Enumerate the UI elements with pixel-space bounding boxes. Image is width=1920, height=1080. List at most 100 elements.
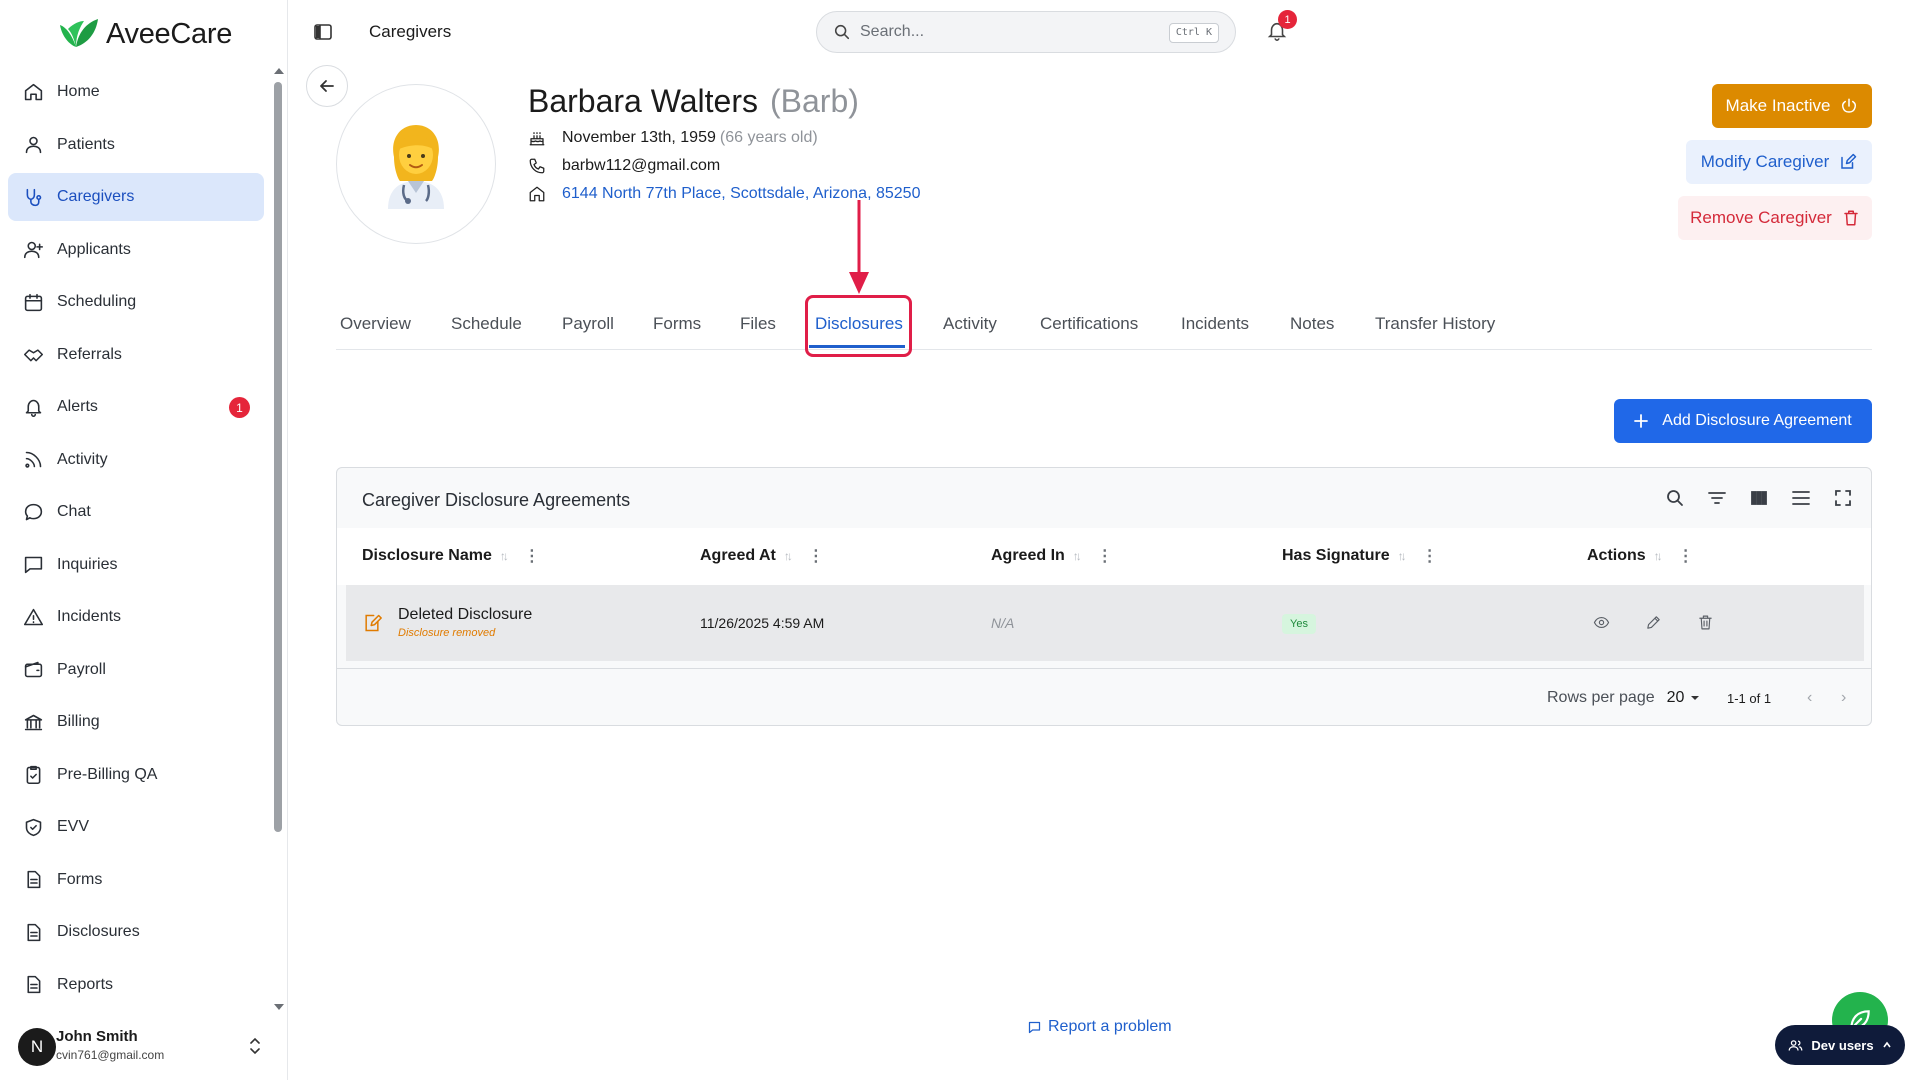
table-header: Disclosure Name ↑↓ ⋮ Agreed At ↑↓ ⋮ Agreed I… [337,528,1871,585]
disclosures-card: Caregiver Disclosure Agreements Disclosu… [336,467,1872,726]
sidebar-item-referrals[interactable]: Referrals [8,331,264,379]
sort-icon[interactable]: ↑↓ [1073,549,1082,563]
make-inactive-button[interactable]: Make Inactive [1712,84,1872,128]
chevron-up-icon [1882,1041,1891,1048]
column-label: Has Signature [1282,547,1390,564]
view-icon[interactable] [1593,614,1610,636]
tab-activity[interactable]: Activity [943,314,997,334]
user-menu[interactable]: N John Smith cvin761@gmail.com [18,1024,273,1070]
sidebar-item-home[interactable]: Home [8,68,264,116]
tab-certifications[interactable]: Certifications [1040,314,1138,334]
column-header-agreed-in[interactable]: Agreed In ↑↓ ⋮ [991,546,1113,566]
tab-overview[interactable]: Overview [340,314,411,334]
search-icon [834,24,850,40]
sidebar-item-patients[interactable]: Patients [8,121,264,169]
sidebar-item-alerts[interactable]: Alerts 1 [8,383,264,431]
sort-icon[interactable]: ↑↓ [1654,549,1663,563]
dev-users-button[interactable]: Dev users [1775,1025,1905,1065]
sidebar-item-evv[interactable]: EVV [8,803,264,851]
search-input[interactable]: Search... Ctrl K [816,11,1236,53]
sidebar-item-activity[interactable]: Activity [8,436,264,484]
file-text-icon [22,921,44,943]
rss-icon [22,449,44,471]
sidebar-item-pre-billing-qa[interactable]: Pre-Billing QA [8,751,264,799]
scroll-up-arrow[interactable] [274,68,284,74]
tab-payroll[interactable]: Payroll [562,314,614,334]
user-icon [22,134,44,156]
shield-check-icon [22,816,44,838]
page-title: Caregivers [369,22,452,41]
tab-forms[interactable]: Forms [653,314,701,334]
caret-down-icon[interactable] [1690,693,1700,703]
sort-icon[interactable]: ↑↓ [784,549,793,563]
tab-incidents[interactable]: Incidents [1181,314,1249,334]
email-text: barbw112@gmail.com [562,157,721,174]
density-icon[interactable] [1791,488,1811,508]
sidebar-item-billing[interactable]: Billing [8,698,264,746]
sidebar-item-applicants[interactable]: Applicants [8,226,264,274]
column-header-disclosure-name[interactable]: Disclosure Name ↑↓ ⋮ [362,546,540,566]
sidebar-item-inquiries[interactable]: Inquiries [8,541,264,589]
sort-icon[interactable]: ↑↓ [500,549,509,563]
signature-badge: Yes [1282,614,1316,634]
column-label: Actions [1587,547,1646,564]
sidebar-item-payroll[interactable]: Payroll [8,646,264,694]
age-text: (66 years old) [719,129,818,146]
trash-icon[interactable] [1697,614,1714,636]
email-row: barbw112@gmail.com [528,157,720,175]
logo[interactable]: AveeCare [56,14,232,54]
scroll-down-arrow[interactable] [274,1004,284,1010]
sort-icon[interactable]: ↑↓ [1398,549,1407,563]
cake-icon [529,132,545,146]
column-header-actions[interactable]: Actions ↑↓ ⋮ [1587,546,1694,566]
filter-icon[interactable] [1707,488,1727,508]
sidebar-scrollbar-thumb[interactable] [274,82,282,832]
sidebar-item-reports[interactable]: Reports [8,961,264,1009]
columns-icon[interactable] [1749,488,1769,508]
table-row[interactable]: Deleted Disclosure Disclosure removed 11… [346,585,1864,661]
sidebar-item-forms[interactable]: Forms [8,856,264,904]
trash-icon [1844,210,1858,226]
back-button[interactable] [306,65,348,107]
sidebar-item-label: Scheduling [57,293,137,310]
rows-per-page-select[interactable]: 20 [1667,689,1685,707]
notification-badge: 1 [1278,10,1297,29]
tab-transfer-history[interactable]: Transfer History [1375,314,1495,334]
column-menu-icon[interactable]: ⋮ [808,546,824,566]
sidebar-item-incidents[interactable]: Incidents [8,593,264,641]
remove-caregiver-label: Remove Caregiver [1690,208,1832,227]
search-icon[interactable] [1665,488,1685,508]
tab-schedule[interactable]: Schedule [451,314,522,334]
tab-files[interactable]: Files [740,314,776,334]
report-problem-link[interactable]: Report a problem [1027,1018,1172,1036]
edit-icon[interactable] [1645,614,1662,636]
sidebar-item-chat[interactable]: Chat [8,488,264,536]
next-page-icon[interactable]: › [1841,689,1846,707]
user-info: John Smith cvin761@gmail.com [56,1028,164,1062]
column-header-agreed-at[interactable]: Agreed At ↑↓ ⋮ [700,546,824,566]
alerts-badge: 1 [229,397,250,418]
tab-notes[interactable]: Notes [1290,314,1334,334]
sidebar-item-caregivers[interactable]: Caregivers [8,173,264,221]
stethoscope-icon [22,186,44,208]
remove-caregiver-button[interactable]: Remove Caregiver [1678,196,1872,240]
column-menu-icon[interactable]: ⋮ [1678,546,1694,566]
add-disclosure-button[interactable]: Add Disclosure Agreement [1614,399,1872,443]
column-menu-icon[interactable]: ⋮ [524,546,540,566]
sidebar-item-scheduling[interactable]: Scheduling [8,278,264,326]
chat-icon [22,501,44,523]
fullscreen-icon[interactable] [1833,488,1853,508]
column-menu-icon[interactable]: ⋮ [1422,546,1438,566]
search-placeholder: Search... [860,23,925,40]
previous-page-icon[interactable]: ‹ [1807,689,1812,707]
birthday-text: November 13th, 1959 [562,129,716,146]
sidebar-item-disclosures[interactable]: Disclosures [8,908,264,956]
column-header-has-signature[interactable]: Has Signature ↑↓ ⋮ [1282,546,1438,566]
leaf-logo-icon [60,19,98,47]
user-email: cvin761@gmail.com [56,1048,165,1062]
column-label: Agreed In [991,547,1065,564]
sidebar-toggle-icon[interactable] [313,22,333,42]
house-icon [529,186,545,202]
modify-caregiver-button[interactable]: Modify Caregiver [1686,140,1872,184]
column-menu-icon[interactable]: ⋮ [1097,546,1113,566]
